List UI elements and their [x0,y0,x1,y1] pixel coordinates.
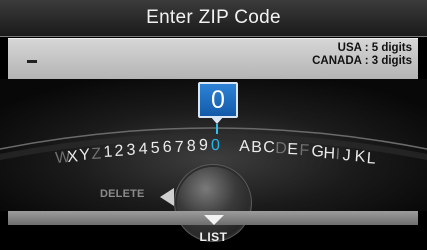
down-triangle-icon[interactable] [204,215,224,225]
character-c[interactable]: C [263,139,275,157]
character-9[interactable]: 9 [199,137,209,155]
character-5[interactable]: 5 [150,140,160,158]
character-l[interactable]: L [366,150,377,169]
character-0[interactable]: 0 [211,137,220,155]
character-x[interactable]: X [67,148,79,167]
character-y[interactable]: Y [79,146,91,165]
character-7[interactable]: 7 [175,138,185,156]
character-2[interactable]: 2 [114,143,124,161]
character-6[interactable]: 6 [163,139,173,157]
character-a[interactable]: A [239,138,250,156]
interface-dial-icon[interactable] [177,167,249,239]
character-1[interactable]: 1 [103,144,113,162]
character-k[interactable]: K [354,148,366,167]
character-h[interactable]: H [323,145,336,164]
character-3[interactable]: 3 [126,142,136,160]
character-4[interactable]: 4 [138,141,148,159]
selection-pointer-icon [210,116,224,124]
character-d[interactable]: D [275,140,288,158]
character-f[interactable]: F [299,142,310,160]
left-triangle-icon[interactable] [160,188,174,206]
character-j[interactable]: J [342,147,352,165]
zip-entry-screen: Enter ZIP Code USA : 5 digits CANADA : 3… [0,0,427,250]
character-e[interactable]: E [287,141,299,159]
character-b[interactable]: B [251,139,262,157]
character-i[interactable]: I [335,146,341,164]
list-label[interactable]: LIST [0,230,427,244]
delete-label[interactable]: DELETE [100,188,145,200]
character-z[interactable]: Z [91,145,102,164]
character-8[interactable]: 8 [187,138,197,156]
selection-tick [216,124,218,134]
selected-character[interactable]: 0 [198,82,238,118]
